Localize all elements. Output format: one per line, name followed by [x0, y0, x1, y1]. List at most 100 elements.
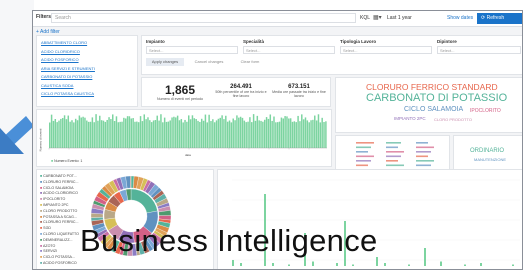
plant-list-item[interactable]: ACIDO FOSFORICO [41, 57, 79, 62]
pie-legend-item[interactable]: ■ ACIDO CLORIDRICO [40, 191, 78, 195]
cancel-changes-button[interactable]: Cancel changes [188, 58, 230, 66]
bar [254, 120, 257, 148]
bar [102, 120, 105, 148]
bar [175, 117, 177, 148]
pie-legend-item[interactable]: ■ AZOTO [40, 244, 55, 248]
bar [315, 120, 318, 148]
bar [325, 121, 327, 148]
pie-legend-label: SGD [43, 226, 51, 231]
pie-legend-item[interactable]: ■ IMPIANTO 2PC [40, 203, 68, 207]
time-range-label[interactable]: Last 1 year [387, 15, 412, 21]
plant-list-item[interactable]: ACIDO CLORIDRICO [41, 49, 80, 54]
dipintore-label: Dipintore [437, 39, 457, 44]
clear-form-button[interactable]: Clear form [234, 58, 266, 66]
pie-legend-label: CICLO SALAMOIA [43, 185, 74, 190]
bar [100, 120, 103, 148]
bar [260, 120, 262, 148]
bar [267, 118, 270, 148]
mini-mark [356, 160, 371, 162]
pie-legend-item[interactable]: ■ SGD [40, 226, 51, 230]
bar [147, 117, 149, 148]
pie-legend-item[interactable]: ■ CLORO PRODOTTO [40, 209, 77, 213]
bar [275, 122, 277, 148]
cloud-word: CARBONATO DI POTASSIO [366, 92, 508, 104]
bar [336, 263, 338, 266]
bar [188, 115, 190, 148]
bar [106, 119, 108, 148]
bar [61, 118, 64, 148]
bar [200, 118, 203, 148]
bar [312, 119, 314, 148]
search-input[interactable]: Search [51, 13, 356, 23]
pie-legend-item[interactable]: ■ CICLO SALAMOIA [40, 186, 74, 190]
bar [49, 122, 51, 148]
mini-mark [386, 146, 398, 149]
metric-average: 673.151 Media ore passate tra inizio e f… [272, 84, 326, 98]
pie-legend-item[interactable]: ■ DEMINERALIZZ... [40, 238, 73, 242]
bar [139, 116, 142, 148]
pie-legend-item[interactable]: ■ IPOCLORITO [40, 197, 65, 201]
pie-legend-item[interactable]: ■ CLORURO FERRIC... [40, 220, 79, 224]
tipologia-select[interactable]: Select... [340, 46, 432, 54]
pie-legend-item[interactable]: ■ CLORO LIQUEFATTO [40, 232, 79, 236]
bar [262, 121, 264, 148]
arrow-pointer-icon [0, 116, 34, 154]
plant-list-panel: ABBATTIMENTO CLORO ACIDO CLORIDRICO ACIDO … [36, 35, 138, 107]
bar [288, 118, 290, 148]
metric-events: 1,865 Numero di eventi nel periodo [150, 83, 210, 101]
bar [321, 117, 323, 148]
plant-list-item[interactable]: CICLO POTASSA CAUSTICA [41, 91, 94, 96]
bar [108, 117, 110, 148]
bar [126, 116, 129, 148]
pie-legend-item[interactable]: ■ CLORURO FERRIC... [40, 180, 79, 184]
bar [265, 117, 268, 148]
metric-value: 1,865 [164, 83, 196, 97]
bar [54, 119, 57, 148]
bar [213, 122, 216, 148]
bar [202, 120, 205, 148]
plant-list-item[interactable]: CARBONATO DI POTASSIO [41, 74, 92, 79]
pie-legend-item[interactable]: ■ POTASSA A SCAG... [40, 215, 77, 219]
dipintore-select[interactable]: Select... [437, 46, 521, 54]
plant-list-item[interactable]: ABBATTIMENTO CLORO [41, 40, 87, 45]
mini-mark [416, 146, 434, 149]
mini-mark [386, 155, 401, 158]
pie-legend-item[interactable]: ■ SERVIZI [40, 249, 57, 253]
impianto-label: Impianto [146, 39, 165, 44]
bar [199, 121, 201, 148]
bar [239, 116, 242, 148]
show-dates-link[interactable]: Show dates [447, 15, 473, 21]
bar [160, 114, 162, 148]
bar [195, 119, 197, 148]
bar [251, 122, 253, 148]
bar [165, 121, 168, 148]
apply-changes-button[interactable]: Apply changes [146, 58, 184, 66]
filter-bar: Filters Search KQL ▦▾ Last 1 year Show d… [33, 11, 522, 27]
bar [182, 122, 184, 148]
bar [137, 122, 140, 148]
refresh-button[interactable]: ⟳ Refresh [477, 13, 522, 24]
bar [89, 121, 92, 148]
specialita-select[interactable]: Select... [243, 46, 335, 54]
pie-legend-item[interactable]: ■ CARBONATO POT... [40, 174, 77, 178]
pie-legend-item[interactable]: ■ CICLO POTASSA... [40, 255, 75, 259]
mini-mark [416, 160, 434, 162]
mini-mark [416, 142, 428, 144]
bar [232, 260, 234, 266]
plant-list-item[interactable]: CAUSTICA SODA [41, 83, 73, 88]
calendar-icon[interactable]: ▦▾ [373, 14, 382, 21]
bar [288, 264, 290, 266]
plant-list-item[interactable]: ARIA SERVIZI E STRUMENTI [41, 66, 95, 71]
bar [247, 121, 249, 148]
cloud-word: CICLO SALAMOIA [404, 106, 464, 113]
impianto-select[interactable]: Select... [146, 46, 238, 54]
bar [124, 118, 127, 148]
kql-toggle[interactable]: KQL [360, 15, 370, 21]
pie-legend-item[interactable]: ■ ACIDO FOSFORICO [40, 261, 77, 265]
bar [278, 121, 281, 148]
bar [299, 121, 301, 148]
pie-legend-label: ACIDO FOSFORICO [42, 261, 77, 265]
bar [74, 118, 77, 148]
bar [384, 263, 386, 266]
legend-label: Numero Evento: 1 [54, 159, 83, 163]
